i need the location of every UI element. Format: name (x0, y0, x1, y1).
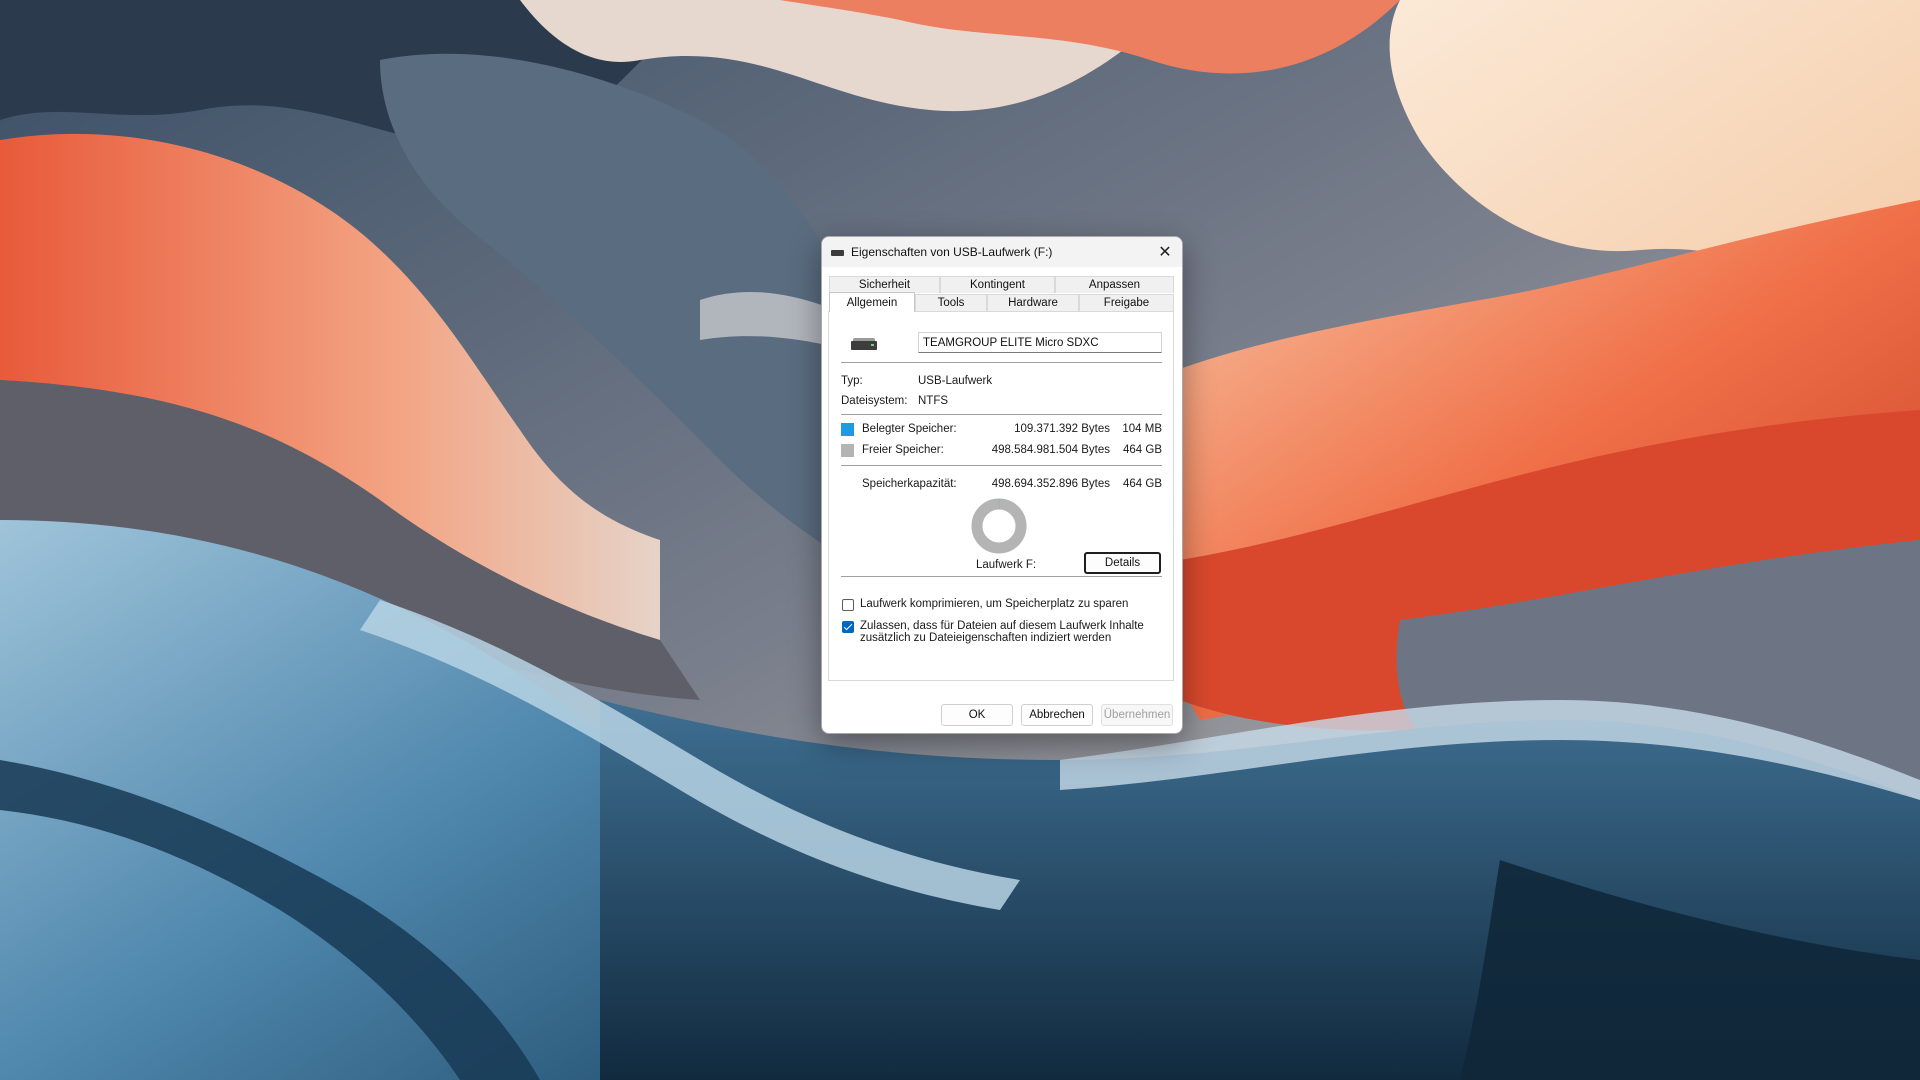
free-space-label: Freier Speicher: (862, 444, 944, 456)
filesystem-label: Dateisystem: (841, 395, 908, 407)
compress-label[interactable]: Laufwerk komprimieren, um Speicherplatz … (860, 598, 1128, 610)
used-space-short: 104 MB (1122, 423, 1162, 435)
type-label: Typ: (841, 375, 863, 387)
separator (841, 576, 1162, 577)
capacity-bytes: 498.694.352.896 Bytes (991, 478, 1110, 490)
tab-tools[interactable]: Tools (915, 294, 987, 311)
drive-caption: Laufwerk F: (976, 559, 1037, 571)
close-icon[interactable]: ✕ (1148, 237, 1182, 267)
window-title: Eigenschaften von USB-Laufwerk (F:) (851, 245, 1053, 259)
desktop: Eigenschaften von USB-Laufwerk (F:) ✕ Si… (0, 0, 1920, 1080)
details-button[interactable]: Details (1084, 552, 1161, 574)
used-space-swatch (841, 423, 854, 436)
type-value: USB-Laufwerk (918, 375, 993, 387)
compress-checkbox[interactable] (842, 599, 854, 611)
title-bar[interactable]: Eigenschaften von USB-Laufwerk (F:) ✕ (822, 237, 1182, 267)
properties-dialog: Eigenschaften von USB-Laufwerk (F:) ✕ Si… (821, 236, 1183, 734)
capacity-label: Speicherkapazität: (862, 478, 957, 490)
separator (841, 465, 1162, 466)
free-space-short: 464 GB (1123, 444, 1162, 456)
capacity-short: 464 GB (1123, 478, 1162, 490)
cancel-button[interactable]: Abbrechen (1021, 704, 1093, 726)
free-space-swatch (841, 444, 854, 457)
usb-drive-icon (851, 338, 877, 352)
index-label-line1[interactable]: Zulassen, dass für Dateien auf diesem La… (860, 620, 1144, 632)
used-space-bytes: 109.371.392 Bytes (1014, 423, 1110, 435)
filesystem-value: NTFS (918, 395, 949, 407)
tab-allgemein[interactable]: Allgemein (829, 292, 915, 312)
free-space-bytes: 498.584.981.504 Bytes (991, 444, 1110, 456)
used-space-label: Belegter Speicher: (862, 423, 957, 435)
tab-kontingent[interactable]: Kontingent (940, 276, 1055, 293)
apply-button[interactable]: Übernehmen (1101, 704, 1173, 726)
tab-freigabe[interactable]: Freigabe (1079, 294, 1174, 311)
general-tab-panel: Typ: USB-Laufwerk Dateisystem: NTFS Bele… (828, 311, 1174, 681)
separator (841, 414, 1162, 415)
ok-button[interactable]: OK (941, 704, 1013, 726)
index-checkbox[interactable] (842, 621, 854, 633)
separator (841, 362, 1162, 363)
tab-anpassen[interactable]: Anpassen (1055, 276, 1174, 293)
disk-usage-donut (971, 498, 1027, 554)
drive-name-input[interactable] (918, 332, 1162, 353)
tab-hardware[interactable]: Hardware (987, 294, 1079, 311)
index-label-line2[interactable]: zusätzlich zu Dateieigenschaften indizie… (860, 632, 1111, 644)
donut-free-segment (971, 498, 1027, 554)
tab-sicherheit[interactable]: Sicherheit (829, 276, 940, 293)
drive-title-icon (831, 250, 844, 256)
